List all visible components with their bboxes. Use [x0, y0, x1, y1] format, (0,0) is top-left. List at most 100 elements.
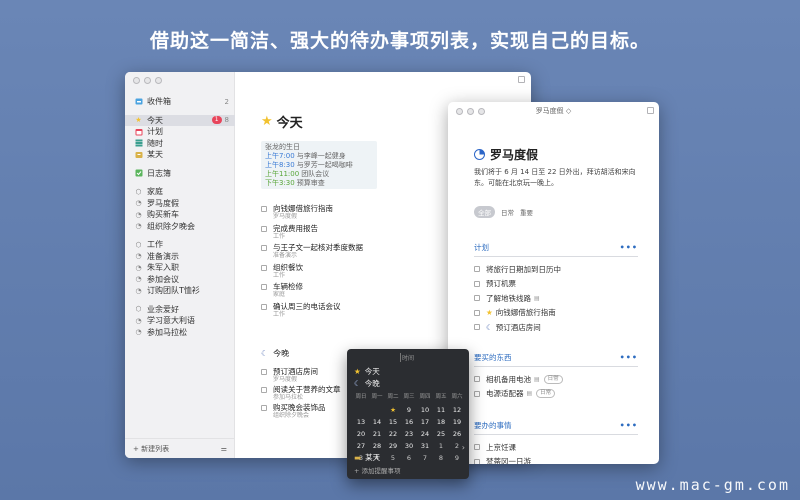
sidebar-item-someday[interactable]: 某天 — [125, 149, 235, 161]
new-list-button[interactable]: + 新建列表 — [133, 444, 169, 454]
sidebar-project-item[interactable]: ◔ 学习意大利语 — [125, 315, 235, 327]
task-row[interactable]: 相机备用电池 ▤ 日常 — [474, 372, 638, 387]
date-cell[interactable]: 18 — [433, 418, 449, 426]
add-reminder-button[interactable]: + 添加提醒事项 — [354, 465, 401, 475]
task-checkbox[interactable] — [474, 324, 480, 331]
date-cell[interactable]: 23 — [401, 430, 417, 438]
tag-filter-1[interactable]: 日常 — [501, 207, 514, 217]
section-header[interactable]: 要买的东西 ••• — [474, 352, 638, 367]
task-row[interactable]: 了解地铁线路 ▤ — [474, 291, 638, 306]
section-header[interactable]: 要办的事情 ••• — [474, 420, 638, 435]
task-checkbox[interactable] — [261, 284, 267, 290]
next-month-icon[interactable]: › — [462, 443, 465, 452]
date-cell[interactable]: 8 — [433, 454, 449, 462]
sidebar-item-logbook[interactable]: 日志簿 — [125, 168, 235, 180]
task-checkbox[interactable] — [474, 444, 480, 451]
section-header[interactable]: 计划 ••• — [474, 242, 638, 257]
project-notes[interactable]: 我们将于 6 月 14 日至 22 日外出，拜访胡活和宋向东。可能在北京玩一晚上… — [474, 167, 644, 189]
date-cell[interactable]: 6 — [401, 454, 417, 462]
calendar-event[interactable]: 张龙的生日 — [265, 143, 373, 152]
today-star-icon[interactable]: ★ — [385, 406, 401, 414]
date-cell[interactable]: 9 — [449, 454, 465, 462]
task-row[interactable]: 预订酒店房间 罗马度假 — [261, 367, 351, 385]
sidebar-item-anytime[interactable]: 随时 — [125, 138, 235, 150]
task-row[interactable]: 梵蒂冈一日游 — [474, 455, 638, 464]
sidebar-item-upcoming[interactable]: 计划 — [125, 126, 235, 138]
calendar-event[interactable]: 上午11:00 团队会议 — [265, 170, 373, 179]
date-cell[interactable]: 28 — [369, 442, 385, 450]
date-cell[interactable]: 27 — [353, 442, 369, 450]
date-cell[interactable]: 11 — [433, 406, 449, 414]
close-button[interactable] — [133, 77, 140, 84]
calendar-event[interactable]: 上午7:00 与李峰一起健身 — [265, 152, 373, 161]
task-row[interactable]: 电源适配器 ▤ 日常 — [474, 387, 638, 402]
sidebar-project-item[interactable]: ◔ 组织除夕晚会 — [125, 221, 235, 233]
date-cell[interactable]: 25 — [433, 430, 449, 438]
task-row[interactable]: 预订机票 — [474, 277, 638, 292]
sidebar-area-2[interactable]: ⬡ 业余爱好 — [125, 304, 235, 316]
sidebar-item-today[interactable]: ★ 今天 1 8 — [125, 114, 235, 126]
tag-pill[interactable]: 日常 — [536, 389, 556, 399]
calendar-event[interactable]: 上午8:30 与罗芳一起喝咖啡 — [265, 161, 373, 170]
tag-filter-2[interactable]: 重要 — [520, 207, 533, 217]
when-option-someday[interactable]: ▬ 某天 — [354, 452, 380, 463]
date-cell[interactable]: 16 — [401, 418, 417, 426]
zoom-button[interactable] — [155, 77, 162, 84]
sidebar-project-item[interactable]: ◔ 参加马拉松 — [125, 327, 235, 339]
date-cell[interactable]: 9 — [401, 406, 417, 414]
date-cell[interactable]: 21 — [369, 430, 385, 438]
date-cell[interactable]: 26 — [449, 430, 465, 438]
task-checkbox[interactable] — [474, 295, 480, 302]
sidebar-project-item[interactable]: ◔ 准备演示 — [125, 251, 235, 263]
more-options-icon[interactable]: ••• — [620, 243, 638, 252]
window-duplicate-icon[interactable] — [647, 107, 654, 114]
date-cell[interactable]: 13 — [353, 418, 369, 426]
tag-pill[interactable]: 日常 — [543, 374, 563, 384]
calendar-event[interactable]: 下午3:30 预算审查 — [265, 179, 373, 188]
sidebar-area-0[interactable]: ⬡ 家庭 — [125, 186, 235, 198]
task-checkbox[interactable] — [261, 387, 267, 393]
sidebar-project-item[interactable]: ◔ 参加会议 — [125, 274, 235, 286]
task-row[interactable]: 上京饪课 — [474, 440, 638, 455]
minimize-button[interactable] — [144, 77, 151, 84]
date-cell[interactable]: 22 — [385, 430, 401, 438]
task-checkbox[interactable] — [261, 303, 267, 310]
tag-filter-0[interactable]: 全部 — [474, 206, 495, 218]
date-cell[interactable]: 10 — [417, 406, 433, 414]
date-cell[interactable]: 1 — [433, 442, 449, 450]
date-cell[interactable]: 12 — [449, 406, 465, 414]
task-row[interactable]: ☾ 预订酒店房间 — [474, 320, 638, 335]
task-checkbox[interactable] — [474, 458, 480, 464]
date-cell[interactable]: 15 — [385, 418, 401, 426]
window-duplicate-icon[interactable] — [518, 76, 525, 83]
task-checkbox[interactable] — [261, 264, 267, 271]
date-cell[interactable]: 29 — [385, 442, 401, 450]
sidebar-project-item[interactable]: ◔ 罗马度假 — [125, 198, 235, 210]
date-cell[interactable]: 5 — [385, 454, 401, 462]
window-title[interactable]: 罗马度假 ◇ — [448, 106, 659, 116]
task-checkbox[interactable] — [474, 376, 480, 383]
task-checkbox[interactable] — [474, 309, 480, 316]
sidebar-project-item[interactable]: ◔ 购买新车 — [125, 209, 235, 221]
task-checkbox[interactable] — [261, 225, 267, 232]
task-row[interactable]: 阅读关于营养的文章 参加马拉松 — [261, 385, 351, 403]
task-checkbox[interactable] — [261, 245, 267, 251]
sidebar-project-item[interactable]: ◔ 朱军入职 — [125, 262, 235, 274]
sidebar-area-1[interactable]: ⬡ 工作 — [125, 239, 235, 251]
task-checkbox[interactable] — [474, 390, 480, 397]
more-options-icon[interactable]: ••• — [620, 421, 638, 430]
date-cell[interactable]: 30 — [401, 442, 417, 450]
task-checkbox[interactable] — [474, 266, 480, 273]
date-cell[interactable]: 17 — [417, 418, 433, 426]
sidebar-item-inbox[interactable]: 收件箱 2 — [125, 96, 235, 108]
date-cell[interactable]: 7 — [417, 454, 433, 462]
sidebar-project-item[interactable]: ◔ 订购团队T恤衫 — [125, 285, 235, 297]
when-input[interactable]: 时间 — [400, 353, 414, 362]
when-option-today[interactable]: ★ 今天 — [354, 366, 380, 377]
date-cell[interactable]: 31 — [417, 442, 433, 450]
date-cell[interactable]: 24 — [417, 430, 433, 438]
more-options-icon[interactable]: ••• — [620, 353, 638, 362]
date-cell[interactable]: 14 — [369, 418, 385, 426]
task-checkbox[interactable] — [261, 369, 267, 375]
task-row[interactable]: 将旅行日期加到日历中 — [474, 262, 638, 277]
